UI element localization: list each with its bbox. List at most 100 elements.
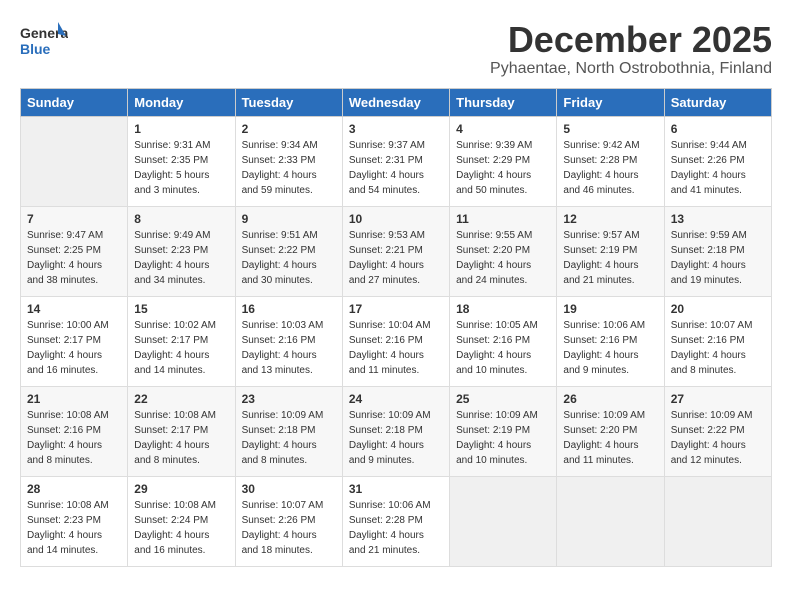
header-thursday: Thursday: [450, 88, 557, 116]
day-number: 17: [349, 302, 443, 316]
calendar-cell-w1-d6: 5Sunrise: 9:42 AM Sunset: 2:28 PM Daylig…: [557, 116, 664, 206]
week-row-5: 28 Sunrise: 10:08 AM Sunset: 2:23 PM Dayl…: [21, 476, 772, 566]
calendar-cell-w2-d7: 13Sunrise: 9:59 AM Sunset: 2:18 PM Dayli…: [664, 206, 771, 296]
day-info: Sunrise: 9:39 AM Sunset: 2:29 PM Dayligh…: [456, 138, 550, 198]
day-info: Sunrise: 10:07 AM Sunset: 2:16 PM Daylig…: [671, 318, 765, 378]
day-info: Sunrise: 10:08 AM Sunset: 2:23 PM Daylig…: [27, 498, 121, 558]
day-number: 7: [27, 212, 121, 226]
day-number: 25: [456, 392, 550, 406]
calendar-cell-w4-d5: 25 Sunrise: 10:09 AM Sunset: 2:19 PM Dayl…: [450, 386, 557, 476]
calendar-cell-w3-d2: 15 Sunrise: 10:02 AM Sunset: 2:17 PM Dayl…: [128, 296, 235, 386]
calendar-cell-w4-d2: 22 Sunrise: 10:08 AM Sunset: 2:17 PM Dayl…: [128, 386, 235, 476]
calendar-cell-w2-d6: 12Sunrise: 9:57 AM Sunset: 2:19 PM Dayli…: [557, 206, 664, 296]
day-number: 24: [349, 392, 443, 406]
header-saturday: Saturday: [664, 88, 771, 116]
calendar-cell-w4-d4: 24 Sunrise: 10:09 AM Sunset: 2:18 PM Dayl…: [342, 386, 449, 476]
calendar-cell-w2-d3: 9 Sunrise: 9:51 AM Sunset: 2:22 PM Daylig…: [235, 206, 342, 296]
calendar-cell-w4-d7: 27Sunrise: 10:09 AM Sunset: 2:22 PM Dayl…: [664, 386, 771, 476]
month-title: December 2025: [490, 20, 772, 60]
day-info: Sunrise: 10:03 AM Sunset: 2:16 PM Daylig…: [242, 318, 336, 378]
calendar-cell-w1-d4: 3Sunrise: 9:37 AM Sunset: 2:31 PM Daylig…: [342, 116, 449, 206]
calendar-cell-w3-d4: 17 Sunrise: 10:04 AM Sunset: 2:16 PM Dayl…: [342, 296, 449, 386]
day-info: Sunrise: 9:37 AM Sunset: 2:31 PM Dayligh…: [349, 138, 443, 198]
day-info: Sunrise: 9:59 AM Sunset: 2:18 PM Dayligh…: [671, 228, 765, 288]
day-info: Sunrise: 9:42 AM Sunset: 2:28 PM Dayligh…: [563, 138, 657, 198]
logo: General Blue: [20, 20, 68, 64]
day-number: 8: [134, 212, 228, 226]
day-info: Sunrise: 9:57 AM Sunset: 2:19 PM Dayligh…: [563, 228, 657, 288]
calendar-cell-w2-d2: 8 Sunrise: 9:49 AM Sunset: 2:23 PM Daylig…: [128, 206, 235, 296]
day-info: Sunrise: 9:49 AM Sunset: 2:23 PM Dayligh…: [134, 228, 228, 288]
svg-text:Blue: Blue: [20, 41, 51, 57]
day-number: 2: [242, 122, 336, 136]
day-info: Sunrise: 9:51 AM Sunset: 2:22 PM Dayligh…: [242, 228, 336, 288]
week-row-2: 7Sunrise: 9:47 AM Sunset: 2:25 PM Daylig…: [21, 206, 772, 296]
day-info: Sunrise: 9:34 AM Sunset: 2:33 PM Dayligh…: [242, 138, 336, 198]
day-info: Sunrise: 10:05 AM Sunset: 2:16 PM Daylig…: [456, 318, 550, 378]
header-sunday: Sunday: [21, 88, 128, 116]
header-row: SundayMondayTuesdayWednesdayThursdayFrid…: [21, 88, 772, 116]
day-info: Sunrise: 10:06 AM Sunset: 2:28 PM Daylig…: [349, 498, 443, 558]
calendar-cell-w4-d3: 23 Sunrise: 10:09 AM Sunset: 2:18 PM Dayl…: [235, 386, 342, 476]
day-info: Sunrise: 10:09 AM Sunset: 2:20 PM Daylig…: [563, 408, 657, 468]
day-number: 21: [27, 392, 121, 406]
calendar-cell-w1-d7: 6 Sunrise: 9:44 AM Sunset: 2:26 PM Daylig…: [664, 116, 771, 206]
calendar-cell-w2-d1: 7Sunrise: 9:47 AM Sunset: 2:25 PM Daylig…: [21, 206, 128, 296]
day-info: Sunrise: 10:08 AM Sunset: 2:16 PM Daylig…: [27, 408, 121, 468]
calendar-cell-w1-d2: 1Sunrise: 9:31 AM Sunset: 2:35 PM Daylig…: [128, 116, 235, 206]
day-info: Sunrise: 10:07 AM Sunset: 2:26 PM Daylig…: [242, 498, 336, 558]
day-info: Sunrise: 10:00 AM Sunset: 2:17 PM Daylig…: [27, 318, 121, 378]
calendar-cell-w1-d1: [21, 116, 128, 206]
calendar-cell-w5-d1: 28 Sunrise: 10:08 AM Sunset: 2:23 PM Dayl…: [21, 476, 128, 566]
day-info: Sunrise: 10:08 AM Sunset: 2:17 PM Daylig…: [134, 408, 228, 468]
week-row-1: 1Sunrise: 9:31 AM Sunset: 2:35 PM Daylig…: [21, 116, 772, 206]
header-friday: Friday: [557, 88, 664, 116]
calendar-cell-w5-d3: 30Sunrise: 10:07 AM Sunset: 2:26 PM Dayl…: [235, 476, 342, 566]
day-number: 23: [242, 392, 336, 406]
day-info: Sunrise: 10:02 AM Sunset: 2:17 PM Daylig…: [134, 318, 228, 378]
day-info: Sunrise: 10:09 AM Sunset: 2:18 PM Daylig…: [242, 408, 336, 468]
day-info: Sunrise: 9:55 AM Sunset: 2:20 PM Dayligh…: [456, 228, 550, 288]
calendar-cell-w1-d5: 4Sunrise: 9:39 AM Sunset: 2:29 PM Daylig…: [450, 116, 557, 206]
calendar-cell-w3-d5: 18 Sunrise: 10:05 AM Sunset: 2:16 PM Dayl…: [450, 296, 557, 386]
header-monday: Monday: [128, 88, 235, 116]
day-number: 29: [134, 482, 228, 496]
day-info: Sunrise: 10:09 AM Sunset: 2:22 PM Daylig…: [671, 408, 765, 468]
day-info: Sunrise: 10:09 AM Sunset: 2:19 PM Daylig…: [456, 408, 550, 468]
day-info: Sunrise: 10:04 AM Sunset: 2:16 PM Daylig…: [349, 318, 443, 378]
day-info: Sunrise: 10:09 AM Sunset: 2:18 PM Daylig…: [349, 408, 443, 468]
calendar-cell-w3-d6: 19Sunrise: 10:06 AM Sunset: 2:16 PM Dayl…: [557, 296, 664, 386]
calendar-cell-w3-d3: 16 Sunrise: 10:03 AM Sunset: 2:16 PM Dayl…: [235, 296, 342, 386]
day-info: Sunrise: 9:44 AM Sunset: 2:26 PM Dayligh…: [671, 138, 765, 198]
day-number: 9: [242, 212, 336, 226]
day-number: 10: [349, 212, 443, 226]
day-number: 20: [671, 302, 765, 316]
day-number: 18: [456, 302, 550, 316]
calendar-cell-w3-d1: 14Sunrise: 10:00 AM Sunset: 2:17 PM Dayl…: [21, 296, 128, 386]
day-info: Sunrise: 10:08 AM Sunset: 2:24 PM Daylig…: [134, 498, 228, 558]
calendar-cell-w5-d4: 31 Sunrise: 10:06 AM Sunset: 2:28 PM Dayl…: [342, 476, 449, 566]
day-number: 11: [456, 212, 550, 226]
header-wednesday: Wednesday: [342, 88, 449, 116]
day-number: 16: [242, 302, 336, 316]
week-row-4: 21 Sunrise: 10:08 AM Sunset: 2:16 PM Dayl…: [21, 386, 772, 476]
day-number: 26: [563, 392, 657, 406]
day-number: 6: [671, 122, 765, 136]
calendar-cell-w1-d3: 2 Sunrise: 9:34 AM Sunset: 2:33 PM Daylig…: [235, 116, 342, 206]
week-row-3: 14Sunrise: 10:00 AM Sunset: 2:17 PM Dayl…: [21, 296, 772, 386]
day-number: 1: [134, 122, 228, 136]
calendar-cell-w2-d4: 10Sunrise: 9:53 AM Sunset: 2:21 PM Dayli…: [342, 206, 449, 296]
page-header: General Blue December 2025 Pyhaentae, No…: [20, 20, 772, 78]
day-number: 31: [349, 482, 443, 496]
day-number: 28: [27, 482, 121, 496]
calendar-cell-w4-d6: 26 Sunrise: 10:09 AM Sunset: 2:20 PM Dayl…: [557, 386, 664, 476]
calendar-table: SundayMondayTuesdayWednesdayThursdayFrid…: [20, 88, 772, 567]
calendar-cell-w5-d7: [664, 476, 771, 566]
logo-svg: General Blue: [20, 20, 68, 64]
calendar-cell-w3-d7: 20 Sunrise: 10:07 AM Sunset: 2:16 PM Dayl…: [664, 296, 771, 386]
calendar-cell-w5-d2: 29 Sunrise: 10:08 AM Sunset: 2:24 PM Dayl…: [128, 476, 235, 566]
title-area: December 2025 Pyhaentae, North Ostroboth…: [490, 20, 772, 78]
day-number: 19: [563, 302, 657, 316]
day-number: 15: [134, 302, 228, 316]
day-number: 22: [134, 392, 228, 406]
